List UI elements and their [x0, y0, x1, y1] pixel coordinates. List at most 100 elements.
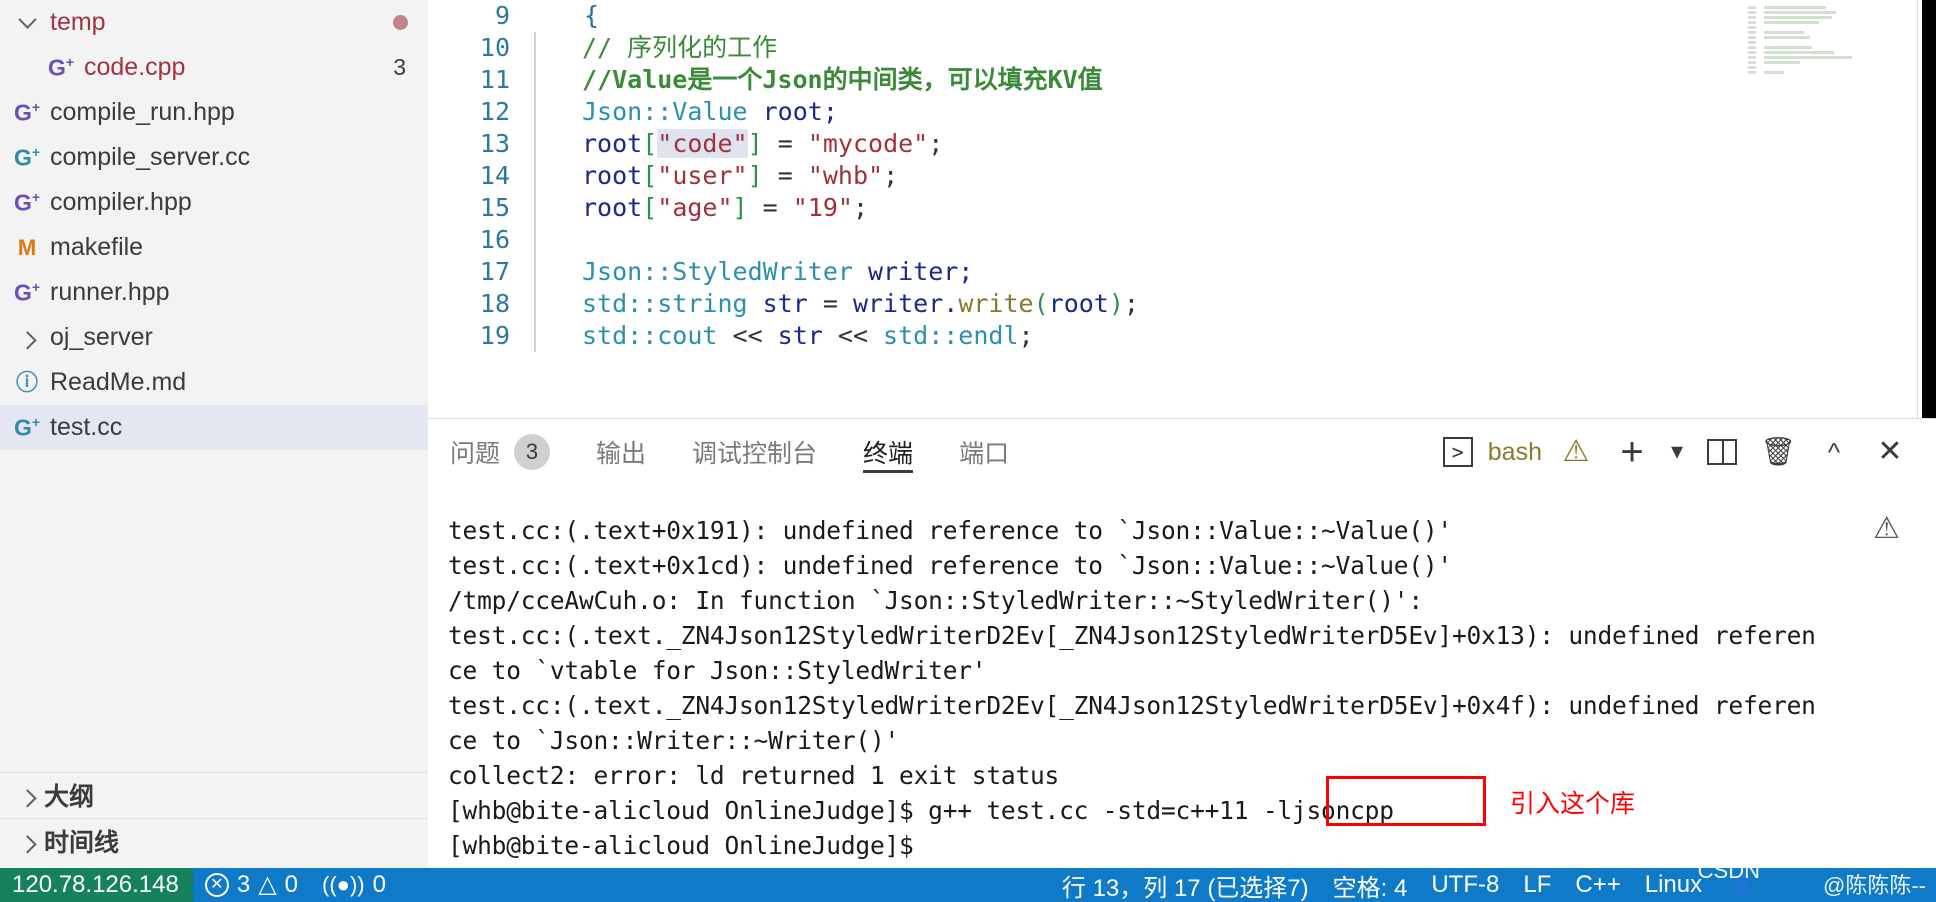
code-line[interactable]: 14 root["user"] = "whb";: [428, 160, 1139, 192]
panel-tab-1[interactable]: 输出: [596, 419, 646, 485]
tree-item-runner-hpp[interactable]: G+ runner.hpp: [0, 270, 428, 315]
sidebar-section-timeline[interactable]: 时间线: [0, 818, 428, 863]
status-cursor-position[interactable]: 行 13，列 17 (已选择7): [1050, 868, 1321, 902]
code-line[interactable]: 15 root["age"] = "19";: [428, 192, 1139, 224]
tree-item-oj-server[interactable]: oj_server: [0, 315, 428, 360]
panel-tab-label: 输出: [596, 440, 647, 468]
code-token: ;: [1123, 289, 1139, 318]
minimap-line: [1764, 16, 1832, 19]
code-line[interactable]: 11 //Value是一个Json的中间类，可以填充KV值: [428, 64, 1139, 96]
code-token: =: [747, 193, 793, 222]
code-line[interactable]: 17 Json::StyledWriter writer;: [428, 256, 1139, 288]
tree-item-readme-md[interactable]: ⓘ ReadMe.md: [0, 360, 428, 405]
status-warning-count: 0: [284, 871, 299, 898]
code-line[interactable]: 19 std::cout << str << std::endl;: [428, 320, 1139, 352]
minimap-line: [1764, 21, 1819, 24]
maximize-panel-icon[interactable]: ^: [1806, 424, 1862, 480]
modified-dot-icon: [393, 15, 408, 30]
indent-guide: [534, 224, 582, 256]
indent-guide: [534, 32, 582, 64]
split-terminal-icon[interactable]: [1694, 424, 1750, 480]
terminal-name[interactable]: bash: [1486, 438, 1548, 467]
chevron-right-icon: [10, 331, 44, 350]
kill-terminal-icon[interactable]: 🗑: [1750, 424, 1806, 480]
minimap-gutter-line: [1748, 56, 1756, 59]
tree-item-test-cc[interactable]: G+ test.cc: [0, 405, 428, 450]
status-error-count: 3: [236, 871, 251, 898]
line-number: 18: [479, 289, 510, 318]
code-line[interactable]: 18 std::string str = writer.write(root);: [428, 288, 1139, 320]
terminal-output[interactable]: test.cc:(.text+0x191): undefined referen…: [428, 485, 1936, 869]
code-token: root: [582, 161, 643, 190]
cpp-file-icon: G+: [13, 279, 41, 306]
tree-item-label: code.cpp: [84, 53, 186, 81]
code-token: ]: [732, 193, 748, 222]
tree-item-compile-server-cc[interactable]: G+ compile_server.cc: [0, 135, 428, 180]
close-panel-icon[interactable]: ✕: [1862, 424, 1918, 480]
panel-tab-4[interactable]: 端口: [959, 419, 1009, 485]
code-token: writer;: [867, 257, 974, 286]
minimap-gutter-line: [1748, 21, 1756, 24]
code-token: "age": [657, 193, 733, 222]
code-line[interactable]: 13 root["code"] = "mycode";: [428, 128, 1139, 160]
csdn-author-label: @陈陈陈--: [1823, 873, 1926, 898]
indent-guide: [534, 256, 582, 288]
status-eol[interactable]: LF: [1511, 871, 1563, 899]
chevron-right-icon: [10, 834, 44, 854]
code-token: std::endl: [883, 321, 1019, 350]
status-problems[interactable]: ✕ 3 △ 0: [193, 871, 310, 899]
tree-item-label: compile_run.hpp: [50, 98, 235, 126]
editor-minimap[interactable]: [1746, 0, 1916, 418]
broadcast-icon: ((●)): [322, 872, 365, 897]
code-line[interactable]: 10 // 序列化的工作: [428, 32, 1139, 64]
tree-item-label: temp: [50, 8, 106, 36]
status-remote-host[interactable]: 120.78.126.148: [0, 868, 193, 902]
code-token: [: [642, 161, 658, 190]
tree-item-label: makefile: [50, 233, 144, 261]
code-token: ]: [747, 129, 763, 158]
code-token: =: [822, 289, 853, 318]
warning-icon[interactable]: ⚠: [1548, 424, 1604, 480]
code-token: //Value是一个Json的中间类，可以填充KV值: [582, 65, 1103, 94]
tree-item-code-cpp[interactable]: G+ code.cpp 3: [0, 45, 428, 90]
minimap-line: [1764, 31, 1804, 34]
code-lines[interactable]: 9{10// 序列化的工作 11 //Value是一个Json的中间类，可以填充KV…: [428, 0, 1139, 352]
indent-guide: [534, 192, 582, 224]
cpp-file-icon: G+: [13, 99, 41, 126]
tree-item-compile-run-hpp[interactable]: G+ compile_run.hpp: [0, 90, 428, 135]
panel-tab-2[interactable]: 调试控制台: [692, 419, 817, 485]
file-tree: temp G+ code.cpp 3 G+ compile_run.hpp G+ compil…: [0, 0, 428, 450]
code-token: Json::Value: [582, 97, 763, 126]
code-token: root: [1048, 289, 1109, 318]
line-number: 17: [479, 257, 510, 286]
new-terminal-icon[interactable]: +: [1604, 424, 1660, 480]
code-token: ]: [747, 161, 763, 190]
csdn-watermark-author: @陈陈陈--: [1823, 868, 1926, 900]
sidebar-section-outline[interactable]: 大纲: [0, 772, 428, 817]
chevron-down-icon[interactable]: ▾: [1660, 424, 1694, 480]
status-indentation[interactable]: 空格: 4: [1321, 868, 1420, 902]
tree-item-temp[interactable]: temp: [0, 0, 428, 45]
code-line[interactable]: 9{: [428, 0, 1139, 32]
indent-guide: [534, 128, 582, 160]
code-token: ;: [928, 129, 944, 158]
code-token: <<: [732, 321, 778, 350]
status-ports[interactable]: ((●)) 0: [310, 871, 398, 899]
terminal-select-icon[interactable]: >: [1430, 424, 1486, 480]
code-editor[interactable]: 9{10// 序列化的工作 11 //Value是一个Json的中间类，可以填充KV…: [428, 0, 1936, 418]
panel-tab-3[interactable]: 终端: [863, 419, 914, 485]
status-encoding[interactable]: UTF-8: [1419, 871, 1511, 899]
status-remote-label: 120.78.126.148: [12, 871, 179, 898]
tree-item-compiler-hpp[interactable]: G+ compiler.hpp: [0, 180, 428, 225]
code-line[interactable]: 12 Json::Value root;: [428, 96, 1139, 128]
code-line[interactable]: 16: [428, 224, 1139, 256]
code-token: [: [642, 193, 658, 222]
panel-tab-0[interactable]: 问题 3: [450, 419, 551, 485]
minimap-line: [1764, 46, 1812, 49]
status-language-mode[interactable]: C++: [1563, 871, 1632, 899]
sidebar-section-label: 大纲: [44, 783, 95, 811]
code-token: root: [582, 129, 643, 158]
line-number: 11: [479, 65, 510, 94]
tree-item-makefile[interactable]: Mmakefile: [0, 225, 428, 270]
terminal-line: test.cc:(.text._ZN4Json12StyledWriterD2E…: [448, 621, 1816, 650]
